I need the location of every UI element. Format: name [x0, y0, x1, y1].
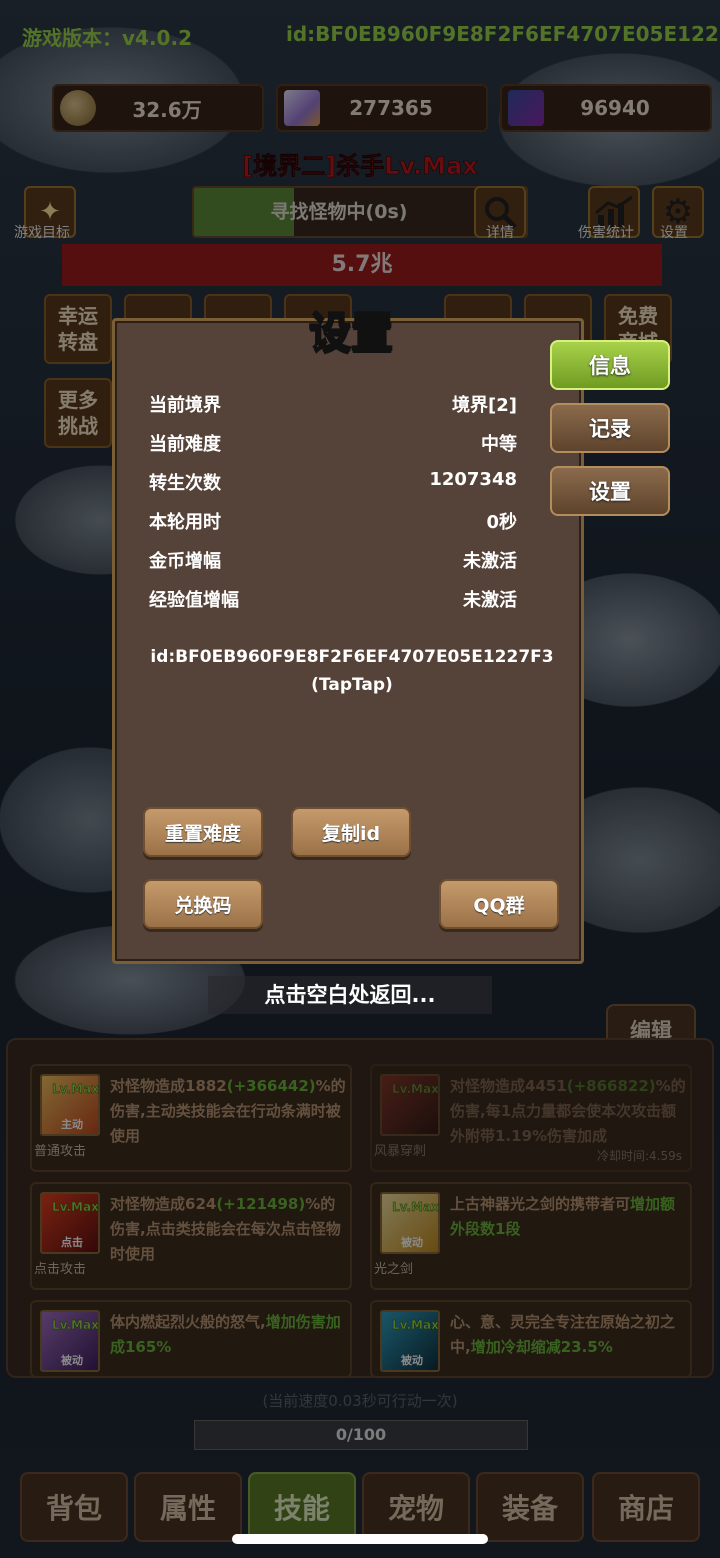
tab-settings[interactable]: 设置: [550, 466, 670, 516]
info-row-round-time: 本轮用时 0秒: [149, 512, 517, 533]
game-background[interactable]: 游戏版本：v4.0.2 id:BF0EB960F9E8F2F6EF4707E05…: [0, 0, 720, 1558]
info-row-rebirths: 转生次数 1207348: [149, 469, 517, 494]
info-row-exp-boost: 经验值增幅 未激活: [149, 590, 517, 611]
redeem-code-button[interactable]: 兑换码: [143, 879, 263, 929]
info-row-difficulty: 当前难度 中等: [149, 434, 517, 455]
info-row-gold-boost: 金币增幅 未激活: [149, 551, 517, 572]
reset-difficulty-button[interactable]: 重置难度: [143, 807, 263, 857]
settings-dialog: 设置 当前境界 境界[2] 当前难度 中等 转生次数 1207348 本轮用时 0秒 金…: [112, 307, 584, 964]
tap-to-return-hint: 点击空白处返回...: [208, 976, 492, 1014]
account-id-text: id:BF0EB960F9E8F2F6EF4707E05E1227F3(TapT…: [150, 647, 554, 695]
copy-id-button[interactable]: 复制id: [291, 807, 411, 857]
home-indicator[interactable]: [232, 1534, 488, 1544]
tab-records[interactable]: 记录: [550, 403, 670, 453]
info-row-realm: 当前境界 境界[2]: [149, 395, 517, 416]
qq-group-button[interactable]: QQ群: [439, 879, 559, 929]
dialog-title: 设置: [308, 307, 394, 358]
tab-info[interactable]: 信息: [550, 340, 670, 390]
